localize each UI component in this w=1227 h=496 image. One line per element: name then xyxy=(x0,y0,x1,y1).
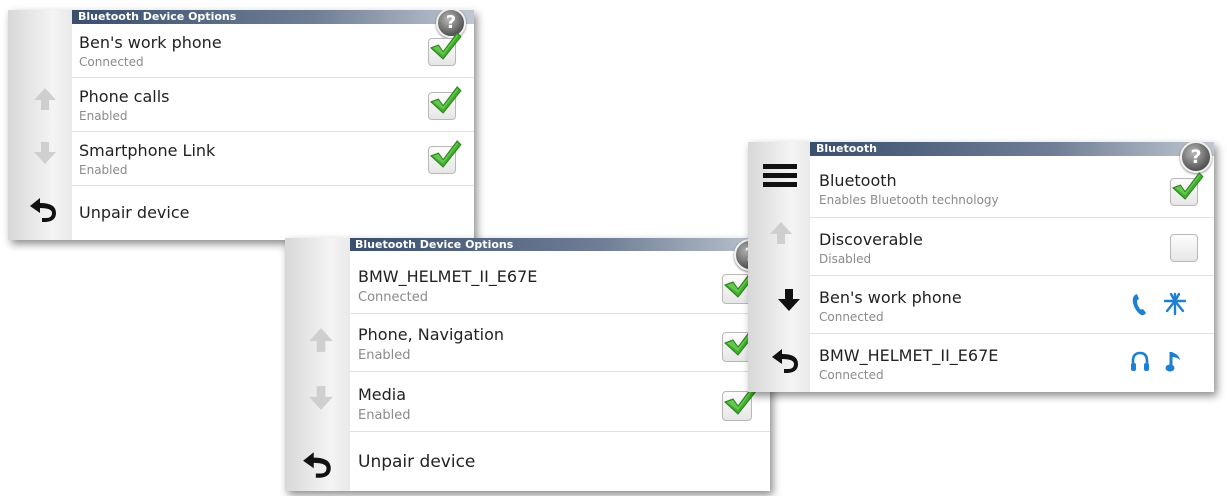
checkbox-checked[interactable] xyxy=(428,146,456,174)
title-bar: Bluetooth Device Options xyxy=(72,10,474,24)
down-arrow-icon[interactable] xyxy=(32,140,58,166)
list-item-discoverable[interactable]: Discoverable Disabled xyxy=(810,218,1214,276)
list-item-device[interactable]: BMW_HELMET_II_E67E Connected xyxy=(350,256,770,314)
item-label: Media xyxy=(358,385,407,404)
up-arrow-icon[interactable] xyxy=(307,326,335,354)
up-arrow-icon[interactable] xyxy=(768,220,794,246)
screen-bluetooth-settings: Bluetooth ? Bluetooth Enables Bluetooth … xyxy=(748,142,1214,392)
up-arrow-icon[interactable] xyxy=(32,86,58,112)
item-label: Unpair device xyxy=(358,452,476,472)
item-label: Bluetooth xyxy=(819,171,897,190)
list-item-media[interactable]: Media Enabled xyxy=(350,372,770,432)
list-item-unpair-device[interactable]: Unpair device xyxy=(350,432,770,491)
item-status: Connected xyxy=(819,368,884,382)
list-item-device[interactable]: Ben's work phone Connected xyxy=(72,24,474,78)
list-item-bluetooth[interactable]: Bluetooth Enables Bluetooth technology xyxy=(810,158,1214,218)
item-status: Enables Bluetooth technology xyxy=(819,193,999,207)
item-label: Smartphone Link xyxy=(79,141,216,160)
sidebar xyxy=(748,142,811,392)
item-status: Disabled xyxy=(819,252,872,266)
list-item-phone-navigation[interactable]: Phone, Navigation Enabled xyxy=(350,314,770,372)
back-icon[interactable] xyxy=(770,347,802,375)
checkbox-checked[interactable] xyxy=(428,38,456,66)
checkbox-checked[interactable] xyxy=(428,92,456,120)
sidebar xyxy=(285,238,351,491)
checkmark-icon xyxy=(428,31,462,61)
options-list: Bluetooth Device Options ? BMW_HELMET_II… xyxy=(350,238,770,491)
list-item-unpair-device[interactable]: Unpair device xyxy=(72,186,474,240)
smartphone-link-icon xyxy=(1163,292,1187,316)
item-label: Ben's work phone xyxy=(819,288,962,307)
settings-list: Bluetooth ? Bluetooth Enables Bluetooth … xyxy=(810,142,1214,392)
item-label: Phone, Navigation xyxy=(358,325,505,344)
list-item-smartphone-link[interactable]: Smartphone Link Enabled xyxy=(72,132,474,186)
item-status: Connected xyxy=(79,55,144,69)
page-title: Bluetooth Device Options xyxy=(355,238,514,251)
item-label: Ben's work phone xyxy=(79,33,222,52)
checkbox-checked[interactable] xyxy=(1170,178,1198,206)
list-item-phone-calls[interactable]: Phone calls Enabled xyxy=(72,78,474,132)
item-status: Enabled xyxy=(358,348,411,363)
item-label: BMW_HELMET_II_E67E xyxy=(819,346,999,365)
down-arrow-icon[interactable] xyxy=(307,384,335,412)
item-status: Enabled xyxy=(79,163,128,177)
phone-icon xyxy=(1132,294,1146,316)
screen-bluetooth-device-options-helmet: Bluetooth Device Options ? BMW_HELMET_II… xyxy=(285,238,770,491)
item-status: Connected xyxy=(819,310,884,324)
list-item-device-helmet[interactable]: BMW_HELMET_II_E67E Connected xyxy=(810,334,1214,392)
item-status: Enabled xyxy=(79,109,128,123)
sidebar xyxy=(8,10,73,240)
item-label: Phone calls xyxy=(79,87,170,106)
title-bar: Bluetooth xyxy=(810,142,1214,156)
item-status: Enabled xyxy=(358,408,411,423)
checkmark-icon xyxy=(428,85,462,115)
down-arrow-icon[interactable] xyxy=(776,287,802,313)
checkbox-unchecked[interactable] xyxy=(1170,234,1198,262)
checkmark-icon xyxy=(428,139,462,169)
options-list: Bluetooth Device Options ? Ben's work ph… xyxy=(72,10,474,240)
item-label: BMW_HELMET_II_E67E xyxy=(358,267,538,286)
item-status: Connected xyxy=(358,290,429,305)
back-icon[interactable] xyxy=(301,450,335,480)
back-icon[interactable] xyxy=(28,196,60,224)
title-bar: Bluetooth Device Options xyxy=(350,238,770,251)
music-note-icon xyxy=(1165,352,1180,372)
screen-bluetooth-device-options-phone: Bluetooth Device Options ? Ben's work ph… xyxy=(8,10,474,240)
page-title: Bluetooth xyxy=(816,142,877,155)
checkmark-icon xyxy=(1170,171,1204,201)
list-item-device-phone[interactable]: Ben's work phone Connected xyxy=(810,276,1214,334)
item-label: Discoverable xyxy=(819,230,923,249)
page-title: Bluetooth Device Options xyxy=(78,10,237,23)
menu-icon[interactable] xyxy=(763,164,797,188)
item-label: Unpair device xyxy=(79,203,190,222)
checkbox-checked[interactable] xyxy=(722,391,752,421)
headset-icon xyxy=(1131,351,1149,371)
